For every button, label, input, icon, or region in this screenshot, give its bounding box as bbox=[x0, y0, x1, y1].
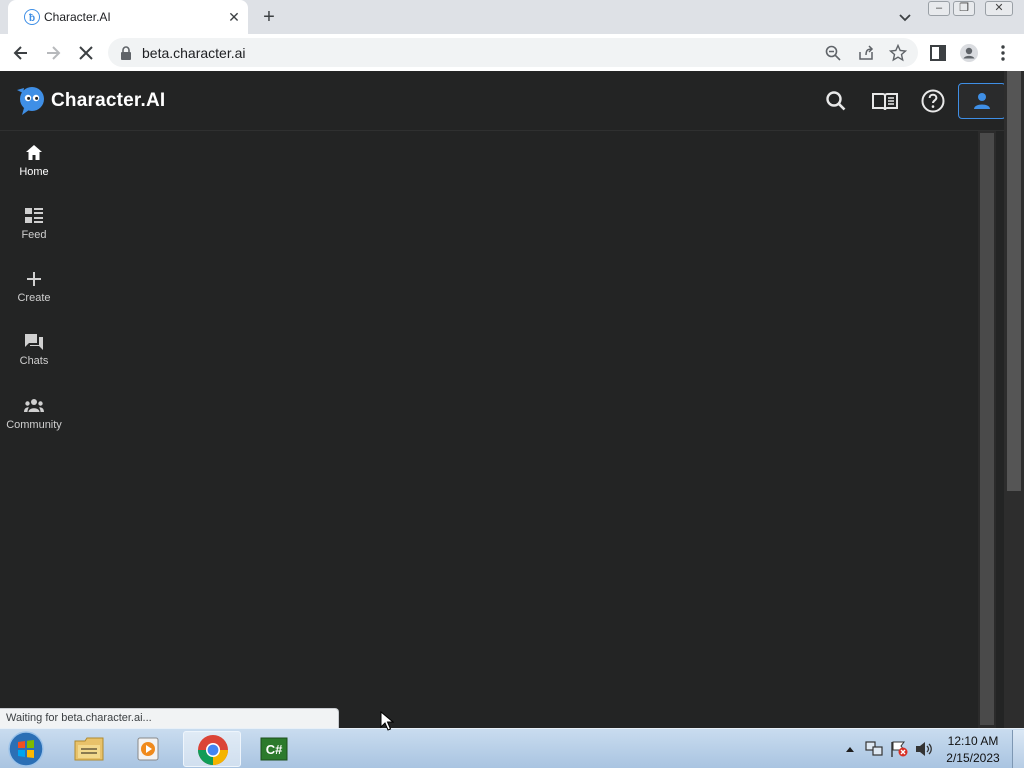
character-ai-favicon: ƀ bbox=[24, 9, 40, 25]
browser-tab-strip: ƀ Character.AI ✕ + – ❐ ✕ bbox=[0, 0, 1024, 34]
tab-title: Character.AI bbox=[44, 10, 111, 24]
close-window-button[interactable]: ✕ bbox=[985, 1, 1013, 16]
taskbar-chrome[interactable] bbox=[183, 731, 241, 767]
network-icon[interactable] bbox=[864, 740, 884, 758]
book-icon[interactable] bbox=[871, 88, 899, 114]
nav-label-community: Community bbox=[6, 419, 62, 431]
new-tab-button[interactable]: + bbox=[258, 6, 280, 28]
page-scrollbar-thumb[interactable] bbox=[1007, 71, 1021, 491]
forward-arrow-icon[interactable] bbox=[43, 43, 63, 63]
taskbar-media-player[interactable] bbox=[120, 731, 178, 767]
character-ai-logo-icon[interactable] bbox=[14, 84, 46, 116]
url-text[interactable]: beta.character.ai bbox=[142, 45, 246, 61]
tab-search-chevron-icon[interactable] bbox=[896, 8, 914, 26]
svg-text:C#: C# bbox=[266, 742, 283, 757]
feed-icon bbox=[25, 208, 43, 223]
side-panel-icon[interactable] bbox=[928, 43, 948, 63]
zoom-out-icon[interactable] bbox=[824, 44, 842, 62]
plus-icon bbox=[27, 272, 41, 286]
lock-icon[interactable] bbox=[120, 46, 132, 60]
tray-expand-icon[interactable] bbox=[844, 744, 856, 754]
windows-start-orb-icon[interactable] bbox=[6, 730, 46, 768]
nav-item-home[interactable]: Home bbox=[0, 143, 68, 199]
home-icon bbox=[26, 145, 42, 160]
nav-item-community[interactable]: Community bbox=[0, 396, 68, 452]
stop-loading-icon[interactable] bbox=[76, 43, 96, 63]
nav-label-create: Create bbox=[17, 292, 51, 304]
page-scrollbar[interactable] bbox=[1004, 71, 1024, 728]
volume-icon[interactable] bbox=[914, 740, 934, 758]
bookmark-star-icon[interactable] bbox=[889, 44, 907, 62]
chrome-icon bbox=[197, 735, 229, 765]
nav-item-create[interactable]: Create bbox=[0, 269, 68, 325]
browser-profile-icon[interactable] bbox=[959, 43, 979, 63]
help-icon[interactable] bbox=[920, 88, 946, 114]
share-icon[interactable] bbox=[857, 44, 875, 62]
show-desktop-button[interactable] bbox=[1012, 730, 1024, 768]
csharp-icon: C# bbox=[260, 737, 288, 761]
mouse-cursor-icon bbox=[380, 711, 394, 731]
brand-name[interactable]: Character.AI bbox=[51, 90, 165, 112]
taskbar-file-explorer[interactable] bbox=[60, 731, 118, 767]
media-player-icon bbox=[137, 737, 159, 761]
windows-taskbar: C# 12:10 AM 2/15/2023 bbox=[0, 728, 1024, 768]
search-icon[interactable] bbox=[823, 88, 849, 114]
content-scrollbar[interactable] bbox=[978, 131, 996, 728]
nav-item-feed[interactable]: Feed bbox=[0, 206, 68, 262]
back-arrow-icon[interactable] bbox=[11, 43, 31, 63]
nav-label-feed: Feed bbox=[21, 229, 47, 241]
taskbar-csharp-app[interactable]: C# bbox=[246, 731, 304, 767]
browser-tab[interactable]: ƀ Character.AI ✕ bbox=[8, 0, 248, 34]
tab-close-icon[interactable]: ✕ bbox=[226, 9, 242, 25]
address-bar[interactable]: beta.character.ai bbox=[108, 38, 918, 67]
action-center-flag-icon[interactable] bbox=[889, 740, 909, 758]
minimize-button[interactable]: – bbox=[928, 1, 950, 16]
profile-button[interactable] bbox=[958, 83, 1006, 119]
restore-button[interactable]: ❐ bbox=[953, 1, 975, 16]
folder-icon bbox=[74, 737, 104, 761]
browser-toolbar: beta.character.ai bbox=[0, 34, 1024, 71]
browser-menu-icon[interactable] bbox=[993, 43, 1013, 63]
chats-icon bbox=[25, 334, 43, 350]
loading-status-bubble: Waiting for beta.character.ai... bbox=[0, 708, 339, 728]
site-header: Character.AI bbox=[0, 71, 1024, 131]
clock-date[interactable]: 2/15/2023 bbox=[940, 751, 1006, 765]
nav-label-home: Home bbox=[19, 166, 49, 178]
community-icon bbox=[24, 399, 44, 412]
clock-time[interactable]: 12:10 AM bbox=[940, 734, 1006, 748]
nav-item-chats[interactable]: Chats bbox=[0, 332, 68, 388]
nav-label-chats: Chats bbox=[19, 355, 49, 367]
profile-icon bbox=[974, 93, 990, 109]
content-scrollbar-thumb[interactable] bbox=[980, 133, 994, 725]
svg-text:ƀ: ƀ bbox=[29, 13, 35, 24]
